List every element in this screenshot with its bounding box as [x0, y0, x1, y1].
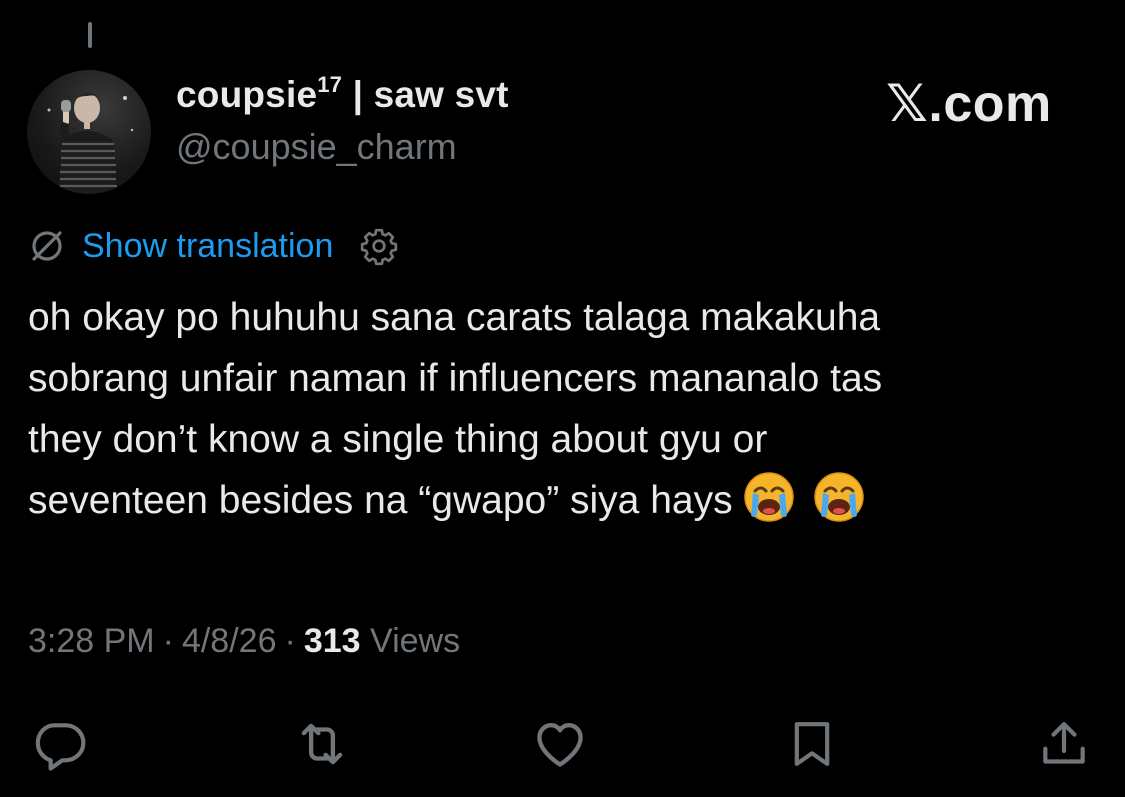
tweet-date[interactable]: 4/8/26: [182, 622, 277, 660]
reply-icon: [35, 723, 86, 771]
avatar[interactable]: [27, 70, 151, 194]
tweet-line: sobrang unfair naman if influencers mana…: [28, 357, 883, 400]
display-name-suffix: | saw svt: [342, 74, 509, 115]
meta-separator: ·: [284, 622, 296, 660]
like-icon: [537, 722, 583, 767]
tweet-line-text: seventeen besides na “gwapo” siya hays: [28, 479, 733, 522]
tweet-text: oh okay po huhuhu sana carats talaga mak…: [28, 287, 1103, 531]
display-name-superscript: 17: [317, 72, 343, 97]
x-logo-watermark: 𝕏.com: [886, 75, 1052, 133]
views-label: Views: [370, 622, 461, 660]
share-button[interactable]: [1032, 712, 1096, 776]
display-name[interactable]: coupsie17 | saw svt: [176, 72, 509, 116]
thread-connector-line: [88, 22, 92, 48]
views-count: 313: [303, 622, 361, 660]
gear-icon[interactable]: [357, 224, 401, 268]
display-name-text: coupsie: [176, 74, 318, 115]
repost-icon: [301, 723, 343, 765]
like-button[interactable]: [528, 712, 592, 776]
reply-button[interactable]: [28, 712, 92, 776]
translate-icon: [28, 227, 66, 265]
bookmark-icon: [794, 722, 830, 766]
meta-separator: ·: [162, 622, 174, 660]
tweet-line: oh okay po huhuhu sana carats talaga mak…: [28, 296, 881, 339]
tweet-time[interactable]: 3:28 PM: [28, 622, 155, 660]
bookmark-button[interactable]: [780, 712, 844, 776]
loudly-crying-face-icon: [743, 471, 795, 523]
action-bar: [0, 712, 1125, 776]
tweet-line-last: seventeen besides na “gwapo” siya hays: [28, 470, 1103, 531]
tweet-line: they don’t know a single thing about gyu…: [28, 418, 768, 461]
repost-button[interactable]: [290, 712, 354, 776]
user-handle[interactable]: @coupsie_charm: [176, 126, 457, 168]
show-translation-link[interactable]: Show translation: [82, 227, 333, 266]
translation-row: Show translation: [28, 222, 401, 270]
tweet-metadata: 3:28 PM · 4/8/26 · 313 Views: [28, 622, 460, 661]
share-icon: [1043, 722, 1085, 764]
loudly-crying-face-icon: [813, 471, 865, 523]
